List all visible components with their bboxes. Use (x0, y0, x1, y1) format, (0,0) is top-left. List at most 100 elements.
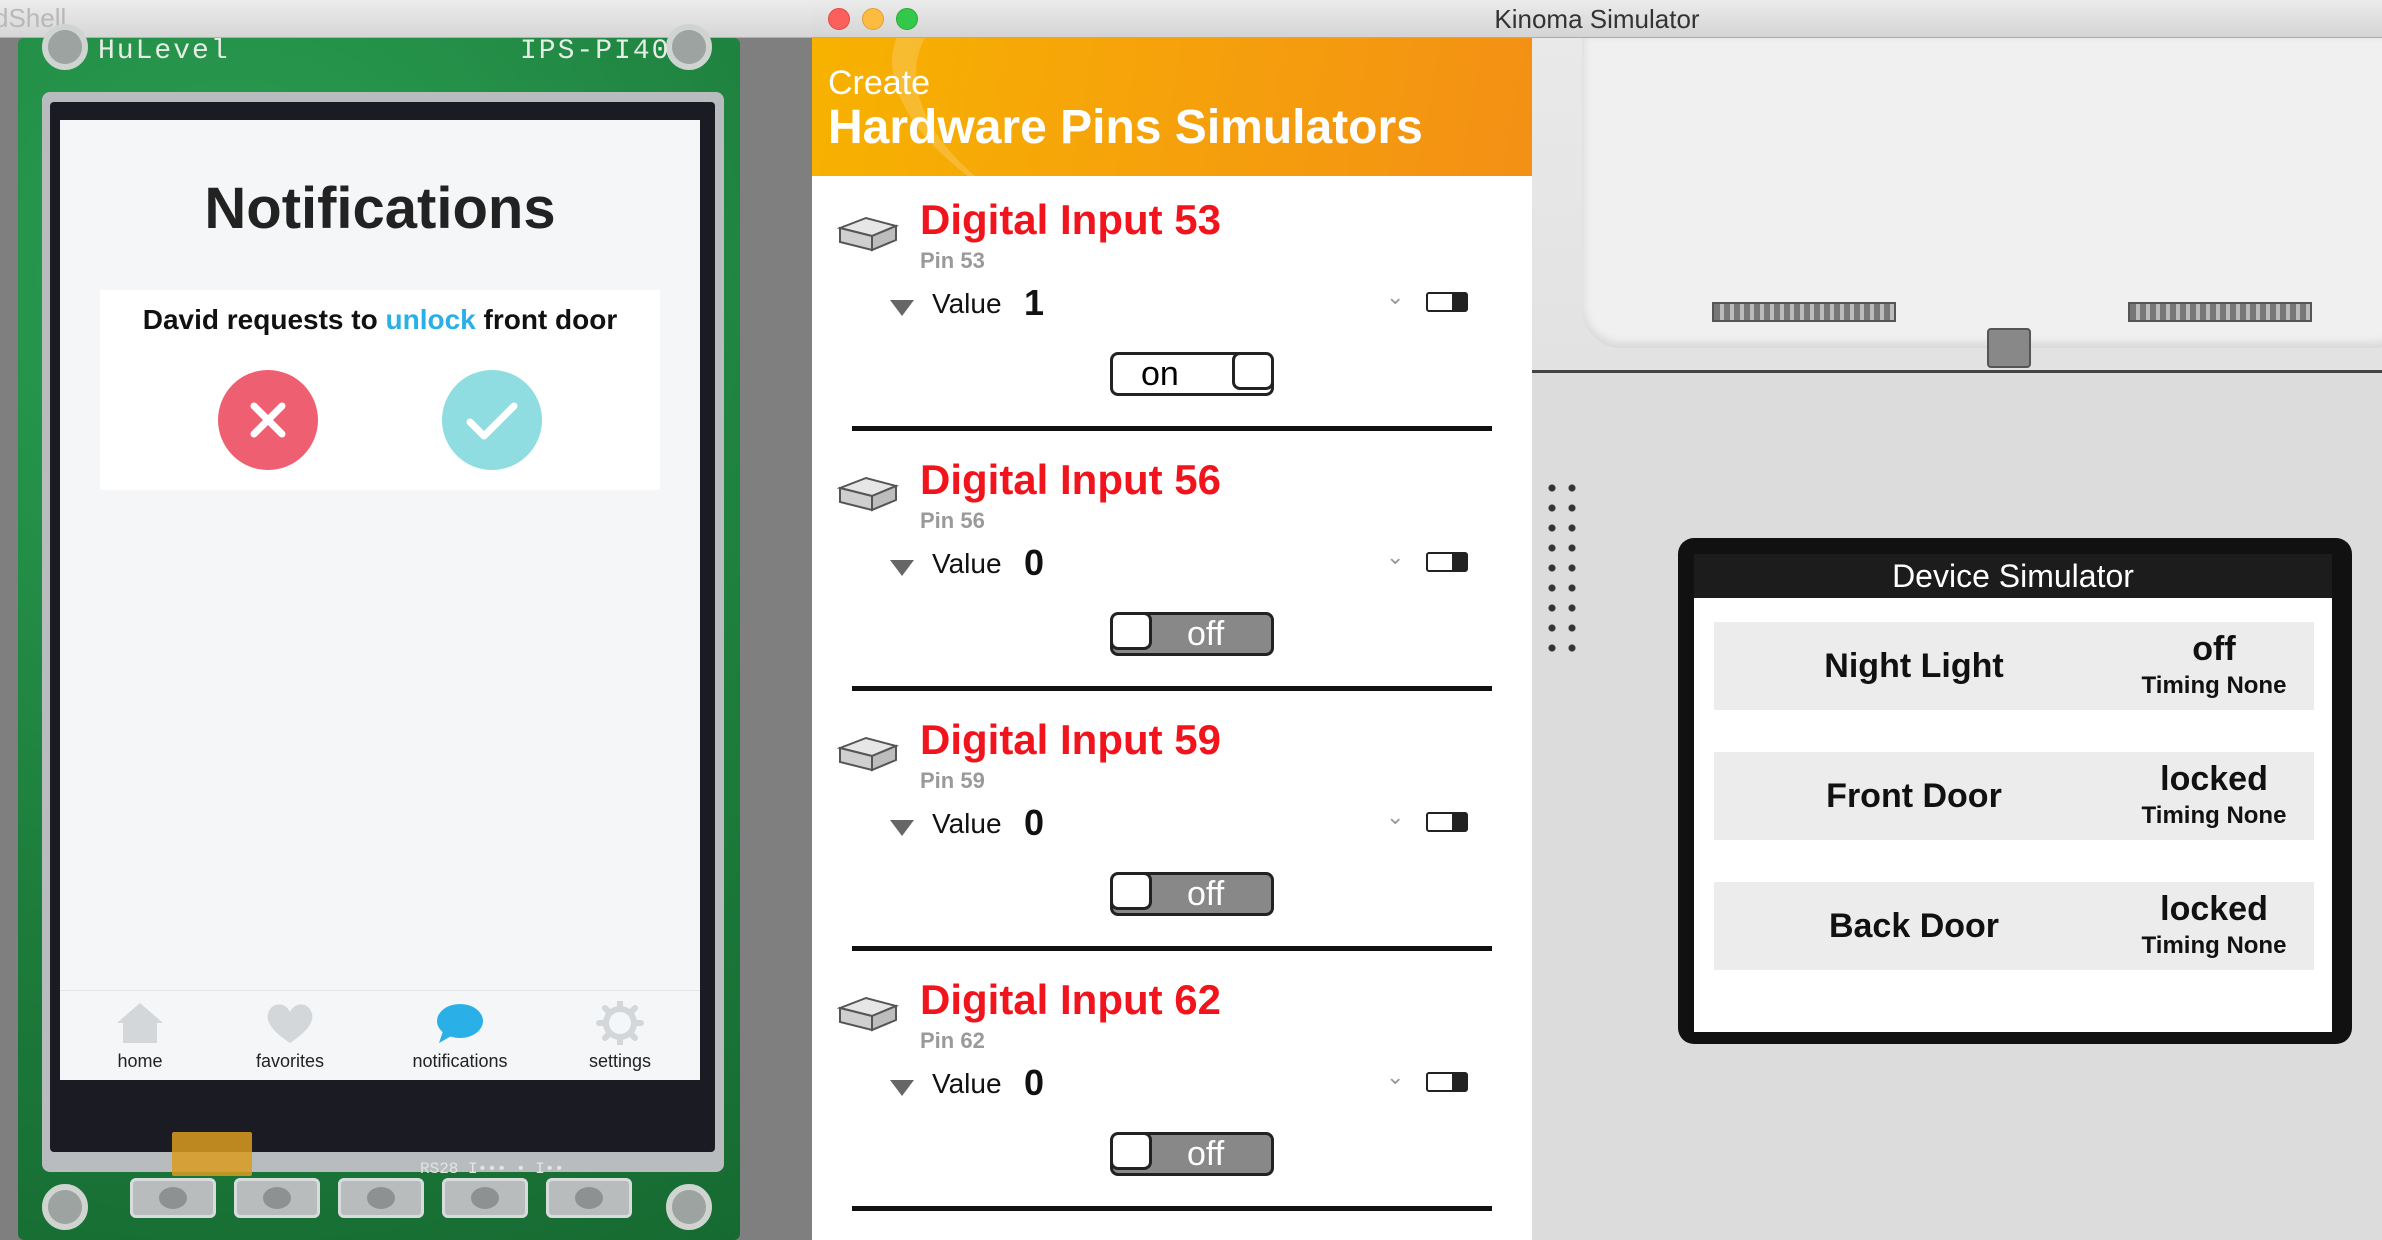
home-icon (117, 1003, 163, 1043)
device-name: Night Light (1824, 647, 2004, 685)
pin-separator (852, 1206, 1492, 1211)
chevron-down-icon[interactable]: ⌄ (1386, 544, 1404, 570)
pin-simulator: Digital Input 62 Pin 62 Value 0 ⌄ off (812, 956, 1532, 1216)
device-state: locked (2160, 760, 2268, 798)
tab-label: settings (588, 1051, 652, 1071)
device-simulator-header: Device Simulator (1694, 554, 2332, 598)
pcb-button-4[interactable] (442, 1178, 528, 1218)
device-name: Front Door (1826, 777, 2002, 815)
tab-label: home (117, 1051, 163, 1071)
device-screen: Device Simulator Night Light off Timing … (1694, 554, 2332, 1032)
device-state: off (2192, 630, 2236, 668)
switch-label: off (1187, 1135, 1225, 1173)
message-action: unlock (385, 304, 476, 335)
value-label: Value (932, 808, 1002, 839)
pin-simulator: Digital Input 56 Pin 56 Value 0 ⌄ off (812, 436, 1532, 696)
value-readout: 1 (1024, 282, 1045, 323)
pcb-label-left: HuLevel (98, 36, 230, 67)
device-name: Back Door (1828, 907, 2000, 945)
device-row[interactable]: Night Light off Timing None (1714, 622, 2314, 710)
notifications-screen: Notifications David requests to unlock f… (60, 120, 700, 1080)
mode-toggle-icon[interactable] (1426, 1072, 1468, 1092)
pins-simulator-panel: Create Hardware Pins Simulators Digital … (812, 38, 1532, 1240)
tab-settings[interactable]: settings (540, 991, 700, 1080)
value-label: Value (932, 548, 1002, 579)
switch-knob[interactable] (1113, 1135, 1152, 1170)
disclosure-triangle-icon[interactable] (890, 1080, 914, 1096)
kinoma-simulator-window: Kinoma Simulator Create Hardware Pins Si… (812, 0, 2382, 1240)
tab-favorites[interactable]: favorites (210, 991, 370, 1080)
disclosure-triangle-icon[interactable] (890, 300, 914, 316)
pin-number: Pin 62 (920, 1028, 985, 1053)
mount-hole (666, 24, 712, 70)
chevron-down-icon[interactable]: ⌄ (1386, 1064, 1404, 1090)
mount-hole (42, 24, 88, 70)
pins-header: Create Hardware Pins Simulators (812, 38, 1532, 176)
value-readout: 0 (1024, 542, 1045, 583)
pin-simulator: Digital Input 59 Pin 59 Value 0 ⌄ off (812, 696, 1532, 956)
pin-number: Pin 53 (920, 248, 985, 273)
disclosure-triangle-icon[interactable] (890, 560, 914, 576)
tab-home[interactable]: home (60, 991, 220, 1080)
mode-toggle-icon[interactable] (1426, 552, 1468, 572)
switch-label: off (1187, 875, 1225, 913)
hardware-shell-window: dShell HuLevel IPS-PI40 Notifications Da… (0, 0, 812, 1240)
tab-notifications[interactable]: notifications (380, 991, 540, 1080)
device-timing: Timing None (2141, 932, 2287, 959)
heart-icon (267, 1004, 313, 1043)
close-icon (250, 402, 286, 438)
chevron-down-icon[interactable]: ⌄ (1386, 284, 1404, 310)
chat-bubble-icon (437, 1004, 483, 1043)
tab-label: favorites (255, 1051, 325, 1071)
window-title: Kinoma Simulator (1494, 4, 1700, 34)
pin-switch[interactable]: off (1110, 872, 1274, 916)
value-readout: 0 (1024, 1062, 1045, 1103)
pin-switch[interactable]: off (1110, 612, 1274, 656)
pin-name: Digital Input 56 (920, 456, 1222, 503)
reject-button[interactable] (218, 370, 318, 470)
pcb-button-1[interactable] (130, 1178, 216, 1218)
header-connector (2128, 302, 2312, 322)
pin-module-icon (836, 996, 900, 1032)
pin-name: Digital Input 53 (920, 196, 1222, 243)
pcb-button-3[interactable] (338, 1178, 424, 1218)
pin-separator (852, 946, 1492, 951)
notification-card: David requests to unlock front door (100, 290, 660, 490)
value-label: Value (932, 288, 1002, 319)
device-state: locked (2160, 890, 2268, 928)
disclosure-triangle-icon[interactable] (890, 820, 914, 836)
pin-switch[interactable]: off (1110, 1132, 1274, 1176)
pcb-label-right: IPS-PI40 (520, 36, 671, 67)
switch-label: on (1141, 355, 1179, 393)
pin-module-icon (836, 216, 900, 252)
pcb-button-5[interactable] (546, 1178, 632, 1218)
message-prefix: David requests to (142, 304, 386, 335)
accept-button[interactable] (442, 370, 542, 470)
pin-module-icon (836, 736, 900, 772)
mode-toggle-icon[interactable] (1426, 292, 1468, 312)
header-create-label: Create (828, 64, 931, 102)
device-timing: Timing None (2141, 802, 2287, 829)
pin-name: Digital Input 62 (920, 976, 1222, 1023)
value-readout: 0 (1024, 802, 1045, 843)
mode-toggle-icon[interactable] (1426, 812, 1468, 832)
notification-message: David requests to unlock front door (100, 304, 660, 336)
pin-switch[interactable]: on (1110, 352, 1274, 396)
device-row[interactable]: Front Door locked Timing None (1714, 752, 2314, 840)
pin-simulator: Digital Input 53 Pin 53 Value 1 ⌄ on (812, 176, 1532, 436)
header-title: Hardware Pins Simulators (828, 101, 1423, 154)
header-connector (1712, 302, 1896, 322)
gear-icon (596, 1001, 644, 1045)
switch-knob[interactable] (1113, 615, 1152, 650)
device-top-housing (1532, 38, 2382, 373)
chevron-down-icon[interactable]: ⌄ (1386, 804, 1404, 830)
speaker-grille (1542, 478, 1582, 658)
pcb-button-2[interactable] (234, 1178, 320, 1218)
window-titlebar[interactable]: Kinoma Simulator (812, 0, 2382, 38)
value-label: Value (932, 1068, 1002, 1099)
device-row[interactable]: Back Door locked Timing None (1714, 882, 2314, 970)
switch-knob[interactable] (1232, 355, 1271, 390)
switch-knob[interactable] (1113, 875, 1152, 910)
pin-number: Pin 59 (920, 768, 985, 793)
pin-separator (852, 426, 1492, 431)
